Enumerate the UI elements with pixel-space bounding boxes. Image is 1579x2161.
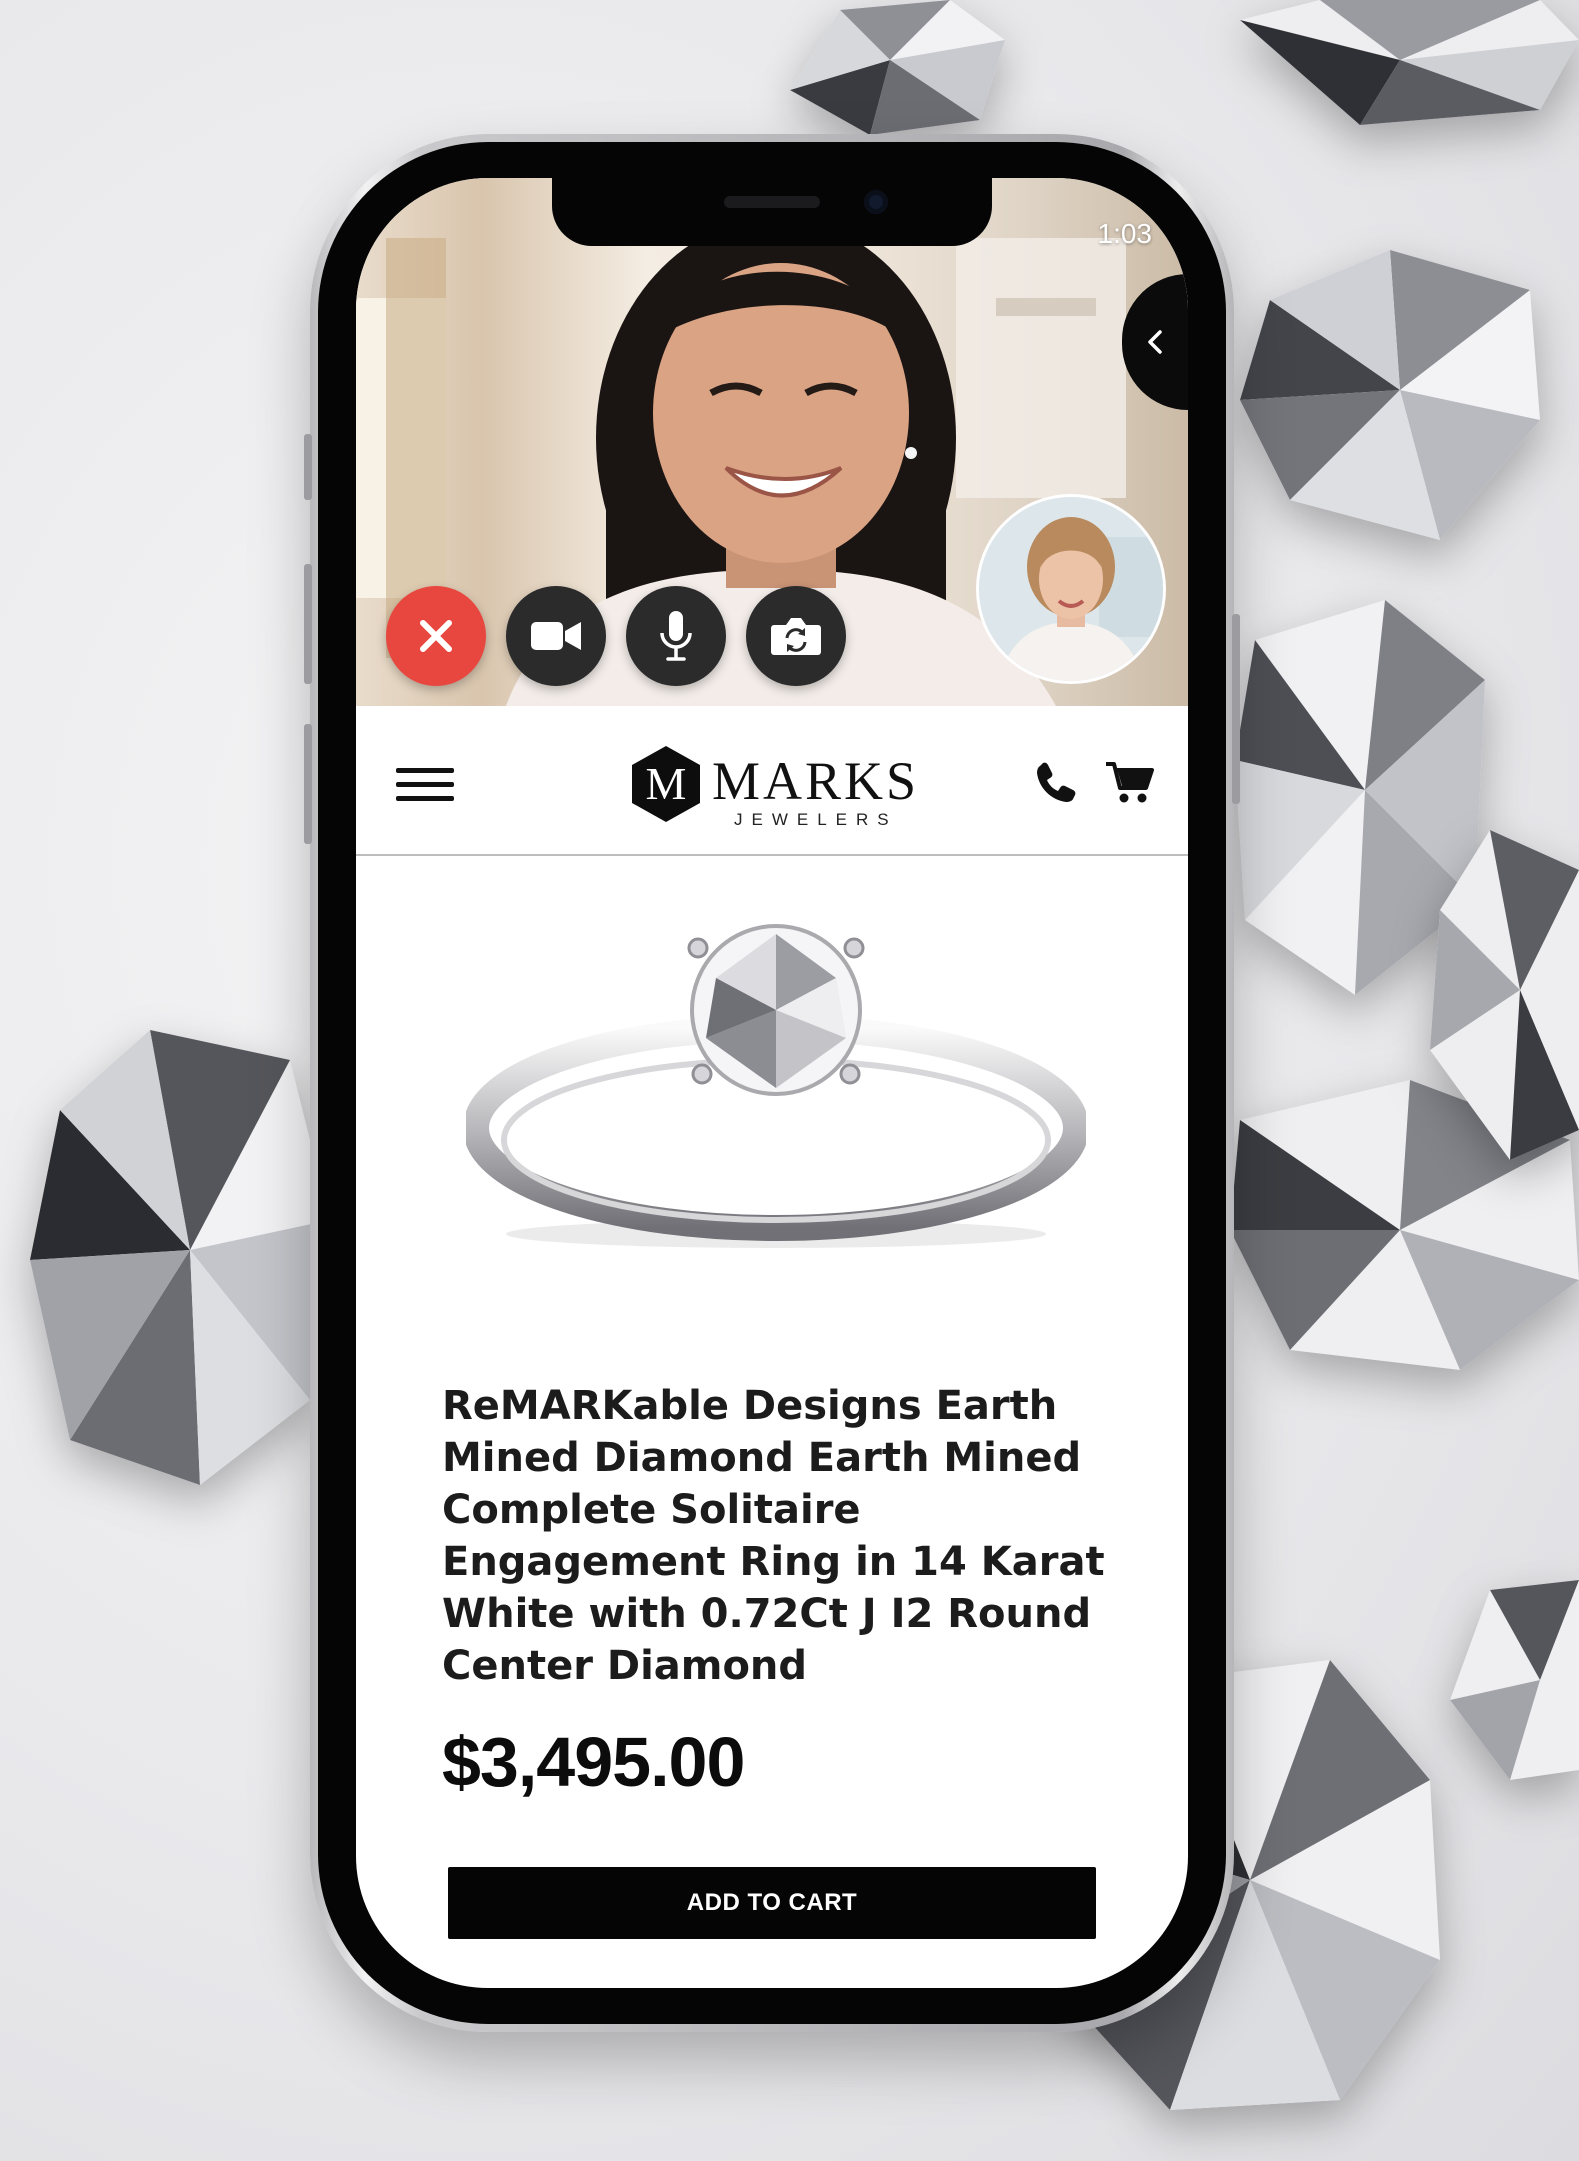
- brand-name: MARKS: [712, 751, 920, 811]
- menu-icon-bar: [396, 796, 454, 801]
- menu-icon-bar: [396, 768, 454, 773]
- site-header: M MARKS JEWELERS: [356, 706, 1188, 856]
- menu-icon-bar: [396, 782, 454, 787]
- microphone-icon: [660, 611, 692, 661]
- video-call-feed: 1:03: [356, 178, 1188, 706]
- self-view-image: [979, 497, 1163, 681]
- toggle-video-button[interactable]: [506, 586, 606, 686]
- diamond-decoration-top-right: [1240, 0, 1579, 125]
- volume-down-button: [304, 724, 312, 844]
- phone-icon: [1037, 762, 1076, 802]
- logo-monogram-icon: M: [632, 746, 700, 822]
- front-camera: [864, 190, 888, 214]
- product-price: $3,495.00: [442, 1723, 745, 1801]
- shopping-cart-icon: [1106, 762, 1154, 803]
- call-store-button[interactable]: [1034, 760, 1082, 808]
- cart-button[interactable]: [1104, 760, 1154, 808]
- end-call-button[interactable]: [386, 586, 486, 686]
- self-view-video[interactable]: [976, 494, 1166, 684]
- diamond-decoration-right-4: [1430, 830, 1579, 1160]
- diamond-decoration-right-1: [1240, 250, 1540, 540]
- close-icon: [420, 620, 452, 652]
- brand-subtitle: JEWELERS: [734, 810, 898, 829]
- logo-monogram-letter: M: [646, 758, 687, 809]
- add-to-cart-button[interactable]: ADD TO CART: [448, 1867, 1096, 1939]
- call-timer: 1:03: [1097, 218, 1153, 249]
- diamond-decoration-bottom-far-right: [1450, 1580, 1579, 1780]
- toggle-microphone-button[interactable]: [626, 586, 726, 686]
- phone-frame: 1:03 M MARKS JEWELERS ReMARKable Designs…: [304, 134, 1240, 2032]
- switch-camera-icon: [771, 618, 821, 655]
- power-button: [1232, 614, 1240, 804]
- engagement-ring-image: [463, 924, 1089, 1248]
- phone-screen: 1:03 M MARKS JEWELERS ReMARKable Designs…: [356, 178, 1188, 1988]
- earpiece-speaker: [724, 196, 820, 208]
- product-image[interactable]: [463, 918, 1089, 1258]
- volume-up-button: [304, 564, 312, 684]
- notch: [552, 178, 992, 246]
- video-camera-icon: [531, 622, 581, 650]
- chevron-left-icon: [1148, 330, 1162, 354]
- diamond-decoration-left: [30, 1030, 330, 1485]
- switch-camera-button[interactable]: [746, 586, 846, 686]
- volume-button: [304, 434, 312, 500]
- brand-logo[interactable]: M MARKS JEWELERS: [630, 744, 930, 829]
- menu-button[interactable]: [396, 768, 454, 802]
- diamond-decoration-top: [790, 0, 1005, 135]
- product-title: ReMARKable Designs Earth Mined Diamond E…: [442, 1383, 1105, 1689]
